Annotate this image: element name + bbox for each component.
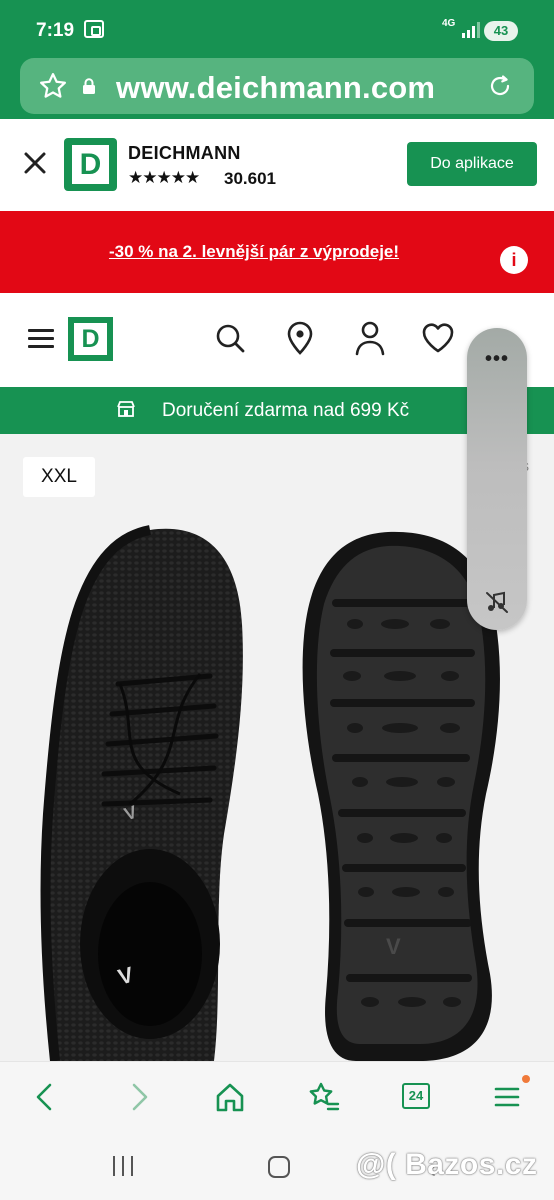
rating-stars: ★★★★★ bbox=[128, 168, 200, 187]
promo-banner: -30 % na 2. levnější pár z výprodeje! bbox=[0, 211, 554, 293]
status-time: 7:19 bbox=[36, 20, 75, 41]
site-logo[interactable]: D bbox=[68, 317, 113, 361]
app-logo: D bbox=[64, 138, 117, 191]
promo-link[interactable]: -30 % na 2. levnější pár z výprodeje! bbox=[0, 242, 508, 262]
mute-music-icon[interactable] bbox=[484, 590, 510, 614]
notification-dot bbox=[522, 1075, 530, 1083]
browser-toolbar bbox=[0, 1061, 554, 1134]
watermark-text: @( Bazos.cz bbox=[356, 1148, 538, 1181]
svg-text:V: V bbox=[386, 934, 401, 959]
bookmarks-star-icon[interactable] bbox=[306, 1080, 340, 1114]
store-locator-icon[interactable] bbox=[282, 319, 318, 357]
account-icon[interactable] bbox=[352, 319, 388, 357]
wishlist-heart-icon[interactable] bbox=[420, 319, 456, 357]
home-button-icon[interactable] bbox=[268, 1156, 290, 1178]
info-icon[interactable]: i bbox=[500, 246, 528, 274]
app-name: DEICHMANN bbox=[128, 143, 241, 163]
system-nav-bar: ‹ @( Bazos.cz bbox=[0, 1134, 554, 1200]
browser-chrome: www.deichmann.com bbox=[0, 56, 554, 119]
free-shipping-text: Doručení zdarma nad 699 Kč bbox=[162, 400, 410, 421]
menu-icon[interactable] bbox=[28, 329, 54, 349]
reload-icon[interactable] bbox=[486, 72, 514, 100]
screenshot-icon bbox=[84, 20, 104, 38]
home-icon[interactable] bbox=[213, 1080, 247, 1114]
status-bar: 7:19 4G 43 bbox=[0, 0, 554, 56]
size-badge: XXL bbox=[23, 457, 95, 497]
bookmark-star-icon[interactable] bbox=[38, 71, 68, 101]
address-bar[interactable]: www.deichmann.com bbox=[20, 58, 534, 114]
app-logo-letter: D bbox=[72, 145, 109, 184]
shop-icon bbox=[117, 401, 135, 417]
forward-arrow-icon[interactable] bbox=[122, 1080, 156, 1114]
recent-apps-icon[interactable] bbox=[113, 1156, 135, 1176]
tabs-counter[interactable]: 24 bbox=[402, 1083, 430, 1109]
signal-icon bbox=[462, 22, 480, 38]
back-arrow-icon[interactable] bbox=[28, 1080, 62, 1114]
url-text[interactable]: www.deichmann.com bbox=[116, 70, 435, 106]
menu-lines-icon[interactable] bbox=[490, 1080, 524, 1114]
rating-count: 30.601 bbox=[224, 169, 276, 188]
lock-icon bbox=[83, 78, 95, 94]
battery-indicator: 43 bbox=[484, 21, 518, 41]
close-icon[interactable] bbox=[22, 150, 48, 176]
site-logo-letter: D bbox=[74, 323, 107, 355]
open-app-button[interactable]: Do aplikace bbox=[407, 142, 537, 186]
more-options-icon[interactable]: ••• bbox=[467, 348, 527, 371]
floating-side-panel[interactable]: ••• bbox=[467, 328, 527, 630]
app-install-banner: D DEICHMANN ★★★★★ 30.601 Do aplikace bbox=[0, 119, 554, 211]
search-icon[interactable] bbox=[212, 319, 248, 357]
network-type: 4G bbox=[442, 18, 456, 29]
